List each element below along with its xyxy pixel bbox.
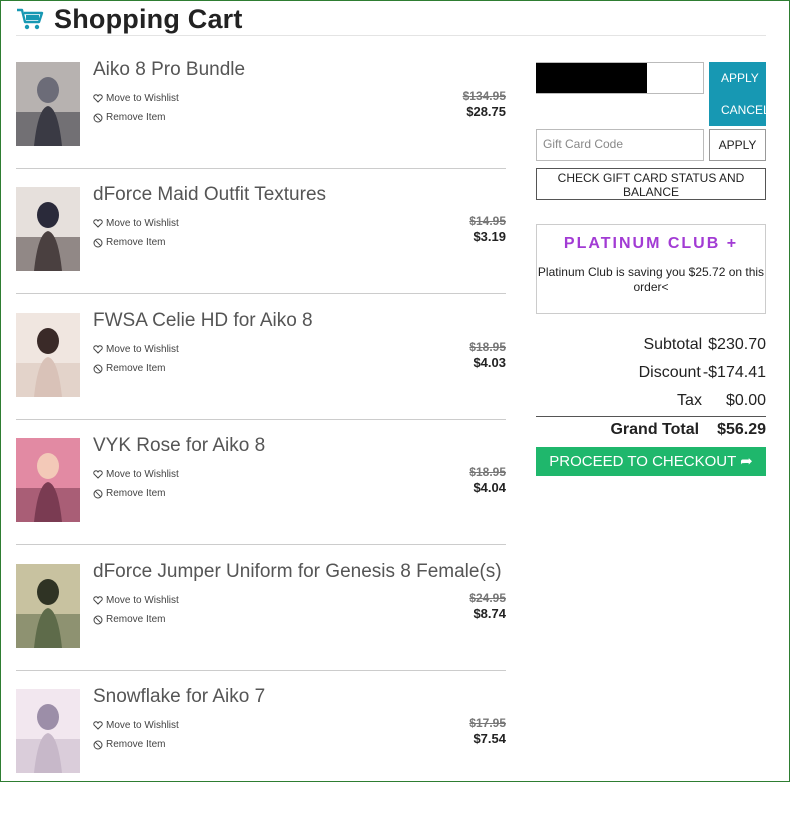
cart-item: dForce Maid Outfit Textures Move to Wish… [16,184,506,312]
discount-label: Discount [638,364,701,381]
cart-icon [17,8,44,30]
tax-row: Tax $0.00 [677,392,766,410]
product-title[interactable]: FWSA Celie HD for Aiko 8 [93,310,313,332]
original-price: $24.95 [469,591,506,605]
remove-item-link[interactable]: Remove Item [93,237,165,248]
discount-row: Discount -$174.41 [639,364,766,382]
subtotal-value: $230.70 [708,336,766,353]
product-title[interactable]: Aiko 8 Pro Bundle [93,59,245,81]
item-divider [16,293,506,294]
sale-price: $8.74 [473,606,506,621]
page-header: Shopping Cart [16,2,243,36]
remove-item-label: Remove Item [106,739,166,750]
ban-icon [93,238,103,247]
original-price: $18.95 [469,340,506,354]
coupon-cancel-button[interactable]: CANCEL [721,103,770,117]
move-to-wishlist-label: Move to Wishlist [106,469,179,480]
move-to-wishlist-link[interactable]: Move to Wishlist [93,469,179,480]
coupon-redacted-value [536,63,647,93]
product-thumbnail[interactable] [16,689,80,773]
tax-value: $0.00 [725,392,766,409]
grand-total-label: Grand Total [610,421,700,438]
remove-item-label: Remove Item [106,237,166,248]
header-divider [16,35,766,36]
move-to-wishlist-label: Move to Wishlist [106,93,179,104]
platinum-savings-text: Platinum Club is saving you $25.72 on th… [537,265,765,294]
item-divider [16,419,506,420]
move-to-wishlist-link[interactable]: Move to Wishlist [93,720,179,731]
original-price: $18.95 [469,465,506,479]
ban-icon [93,740,103,749]
remove-item-link[interactable]: Remove Item [93,112,165,123]
cart-item: FWSA Celie HD for Aiko 8 Move to Wishlis… [16,310,506,438]
subtotal-label: Subtotal [643,336,703,353]
sale-price: $7.54 [473,731,506,746]
remove-item-link[interactable]: Remove Item [93,739,165,750]
sale-price: $3.19 [473,229,506,244]
sale-price: $4.04 [473,480,506,495]
move-to-wishlist-label: Move to Wishlist [106,218,179,229]
item-divider [16,168,506,169]
cart-item: Snowflake for Aiko 7 Move to Wishlist Re… [16,686,506,814]
cart-item: Aiko 8 Pro Bundle Move to Wishlist Remov… [16,59,506,187]
coupon-apply-button[interactable]: APPLY [721,71,759,85]
product-title[interactable]: dForce Maid Outfit Textures [93,184,326,206]
check-gift-card-button[interactable]: CHECK GIFT CARD STATUS AND BALANCE [536,168,766,200]
heart-icon [93,94,103,103]
sale-price: $4.03 [473,355,506,370]
gift-card-input[interactable]: Gift Card Code [536,129,704,161]
product-thumbnail[interactable] [16,62,80,146]
product-thumbnail[interactable] [16,564,80,648]
remove-item-label: Remove Item [106,112,166,123]
coupon-action-buttons: APPLY CANCEL [709,62,770,126]
remove-item-label: Remove Item [106,614,166,625]
discount-value: -$174.41 [702,364,766,381]
move-to-wishlist-link[interactable]: Move to Wishlist [93,93,179,104]
ban-icon [93,364,103,373]
move-to-wishlist-link[interactable]: Move to Wishlist [93,344,179,355]
platinum-club-banner[interactable]: PLATINUM CLUB + Platinum Club is saving … [536,224,766,314]
page-title: Shopping Cart [54,3,243,34]
heart-icon [93,219,103,228]
cart-item: dForce Jumper Uniform for Genesis 8 Fema… [16,561,506,689]
original-price: $14.95 [469,214,506,228]
proceed-to-checkout-button[interactable]: PROCEED TO CHECKOUT ➦ [536,447,766,476]
tax-label: Tax [677,392,702,409]
product-title[interactable]: Snowflake for Aiko 7 [93,686,265,708]
gift-card-apply-button[interactable]: APPLY [709,129,766,161]
grand-total-row: Grand Total $56.29 [610,421,766,439]
remove-item-link[interactable]: Remove Item [93,363,165,374]
ban-icon [93,489,103,498]
product-title[interactable]: dForce Jumper Uniform for Genesis 8 Fema… [93,561,502,583]
move-to-wishlist-label: Move to Wishlist [106,344,179,355]
product-title[interactable]: VYK Rose for Aiko 8 [93,435,265,457]
remove-item-link[interactable]: Remove Item [93,614,165,625]
totals-divider [536,416,766,417]
move-to-wishlist-link[interactable]: Move to Wishlist [93,218,179,229]
heart-icon [93,470,103,479]
ban-icon [93,615,103,624]
ban-icon [93,113,103,122]
cart-item: VYK Rose for Aiko 8 Move to Wishlist Rem… [16,435,506,563]
product-thumbnail[interactable] [16,187,80,271]
move-to-wishlist-label: Move to Wishlist [106,595,179,606]
item-divider [16,544,506,545]
move-to-wishlist-link[interactable]: Move to Wishlist [93,595,179,606]
remove-item-label: Remove Item [106,363,166,374]
heart-icon [93,345,103,354]
remove-item-label: Remove Item [106,488,166,499]
item-divider [16,670,506,671]
heart-icon [93,596,103,605]
product-thumbnail[interactable] [16,438,80,522]
original-price: $134.95 [462,89,506,103]
heart-icon [93,721,103,730]
subtotal-row: Subtotal $230.70 [643,336,766,354]
move-to-wishlist-label: Move to Wishlist [106,720,179,731]
original-price: $17.95 [469,716,506,730]
product-thumbnail[interactable] [16,313,80,397]
remove-item-link[interactable]: Remove Item [93,488,165,499]
sale-price: $28.75 [466,104,506,119]
grand-total-value: $56.29 [717,421,766,438]
platinum-club-logo: PLATINUM CLUB + [563,235,739,252]
